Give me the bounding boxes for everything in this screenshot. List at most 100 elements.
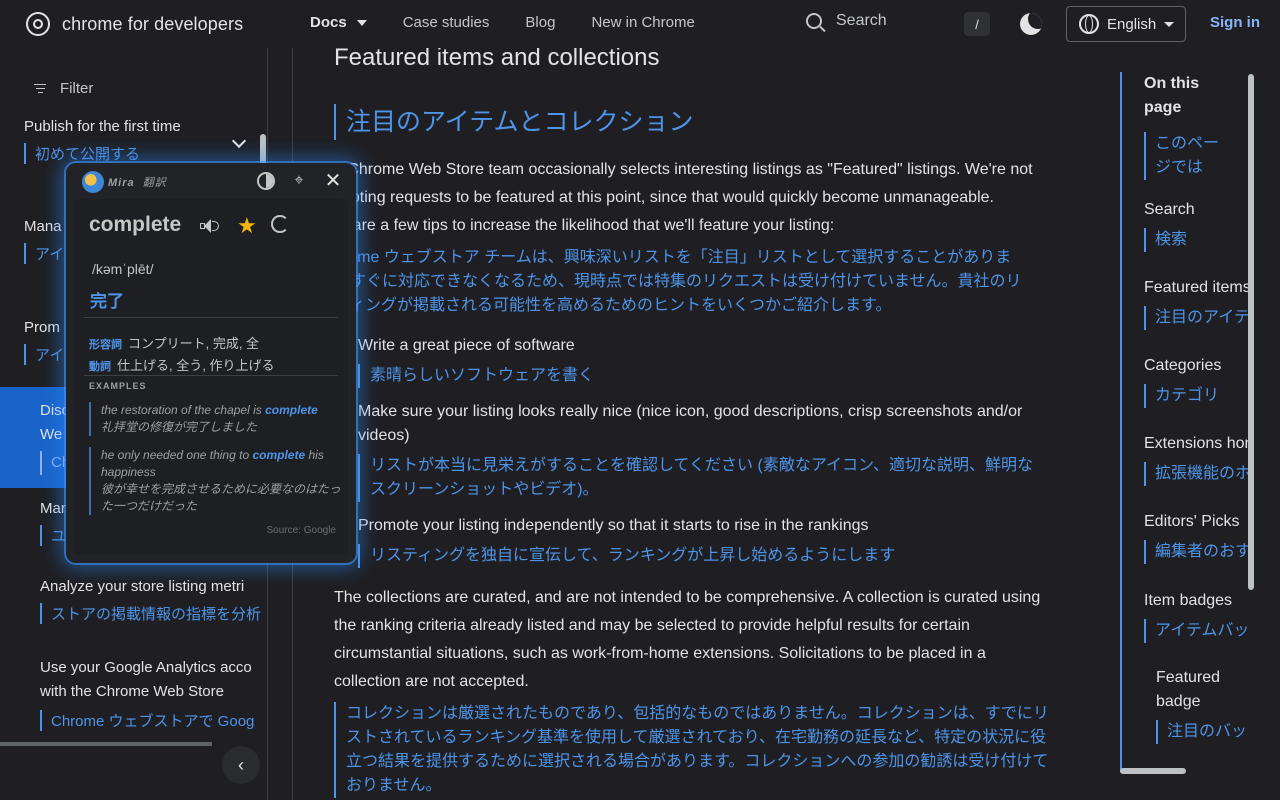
toc-title: On this page <box>1144 75 1200 116</box>
sidebar-item-label: Use your Google Analytics acco <box>40 659 252 676</box>
toc-item-translation: 注目のバッ <box>1156 720 1248 744</box>
toc-item-label: Search <box>1144 201 1195 218</box>
nav-case-studies[interactable]: Case studies <box>403 14 490 31</box>
refresh-icon[interactable] <box>271 215 289 233</box>
toc-item-translation: アイテムバッ <box>1144 619 1254 643</box>
brand-text: chrome for developers <box>62 13 244 34</box>
star-icon[interactable]: ★ <box>237 213 257 239</box>
collections-paragraph: The collections are curated, and are not… <box>334 589 1041 690</box>
list-item: Make sure your listing looks really nice… <box>342 400 1048 502</box>
lookup-word: complete <box>89 213 182 236</box>
list-item-text: Make sure your listing looks really nice… <box>358 403 1023 444</box>
toc-scrollbar[interactable] <box>1248 74 1254 590</box>
divider <box>84 375 338 376</box>
toc-item-item-badges[interactable]: Item badges アイテムバッ <box>1144 589 1254 643</box>
close-icon[interactable]: ✕ <box>324 171 342 191</box>
top-bar: chrome for developers Docs Case studies … <box>0 0 1280 48</box>
popup-header: Mira 翻訳 ⌖ ✕ <box>66 163 356 199</box>
intro-jp-line-1: hrome ウェブストア チームは、興味深いリストを「注目」リストとして選択する… <box>334 249 1012 266</box>
theme-toggle-icon[interactable] <box>257 172 275 190</box>
speaker-icon[interactable] <box>200 218 220 234</box>
sidebar-item-translation: Chrome ウェブストアで Goog <box>40 710 262 731</box>
divider <box>84 317 338 318</box>
toc-item-translation: 拡張機能のホ <box>1144 462 1254 486</box>
toc-item-featured-items[interactable]: Featured items 注目のアイテ <box>1144 276 1254 330</box>
intro-jp-line-2: 。すぐに対応できなくなるため、現時点では特集のリクエストは受け付けていません。貴… <box>334 273 1022 290</box>
pos-tag: 形容詞 <box>89 339 122 351</box>
chrome-logo-icon <box>26 12 50 36</box>
sidebar-item-google-analytics[interactable]: Use your Google Analytics acco with the … <box>40 656 262 731</box>
search-button[interactable]: Search <box>806 12 887 30</box>
collections-translation: コレクションは厳選されたものであり、包括的なものではありません。コレクションは、… <box>334 702 1054 798</box>
chevron-down-icon <box>356 20 367 27</box>
filter-button[interactable]: Filter <box>34 80 93 97</box>
collapse-sidebar-button[interactable]: ‹ <box>222 746 260 784</box>
dark-mode-toggle-icon[interactable] <box>1020 13 1042 35</box>
sidebar-item-publish[interactable]: Publish for the first time 初めて公開する <box>24 118 264 164</box>
intro-paragraph: e Chrome Web Store team occasionally sel… <box>334 156 1054 240</box>
toc-item-editors-picks[interactable]: Editors' Picks 編集者のおす <box>1144 510 1254 564</box>
source-label: Source: Google <box>266 525 337 536</box>
globe-icon <box>1079 14 1099 34</box>
example-highlight: complete <box>252 448 306 462</box>
sidebar-item-analyze[interactable]: Analyze your store listing metri ストアの掲載情… <box>40 578 262 624</box>
search-label: Search <box>836 12 887 29</box>
sign-in-link[interactable]: Sign in <box>1210 14 1260 31</box>
nav-blog[interactable]: Blog <box>525 14 555 31</box>
nav-new-in-chrome[interactable]: New in Chrome <box>591 14 694 31</box>
language-select[interactable]: English <box>1066 6 1186 42</box>
example-item: he only needed one thing to complete his… <box>89 447 341 515</box>
main-content: Featured items and collections 注目のアイテムとコ… <box>292 48 1092 800</box>
sidebar-item-translation: 初めて公開する <box>24 143 224 164</box>
examples-label: EXAMPLES <box>89 381 147 391</box>
toc-title-translation: このページでは <box>1144 132 1234 180</box>
chevron-left-icon: ‹ <box>238 754 244 775</box>
list-item-translation: リストが本当に見栄えがすることを確認してください (素敵なアイコン、適切な説明、… <box>358 454 1048 502</box>
nav-docs-label: Docs <box>310 14 347 31</box>
toc-indicator <box>1120 72 1122 772</box>
popup-app-title: Mira <box>108 177 135 189</box>
filter-icon <box>34 83 46 94</box>
toc-item-translation: 編集者のおす <box>1144 540 1254 564</box>
example-translation: 礼拝堂の修復が完了しました <box>101 420 258 434</box>
list-item-text: Write a great piece of software <box>358 337 575 354</box>
translation-result: 完了 <box>90 292 124 311</box>
list-item-translation: リスティングを独自に宣伝して、ランキングが上昇し始めるようにします <box>358 544 1048 568</box>
toc-item-featured-badge[interactable]: Featured badge 注目のバッ <box>1156 666 1248 744</box>
sidebar-item-translation: ストアの掲載情報の指標を分析 <box>40 603 262 624</box>
sidebar-horizontal-scrollbar[interactable] <box>0 742 212 746</box>
toc-item-search[interactable]: Search 検索 <box>1144 198 1254 252</box>
chevron-down-icon <box>1164 21 1175 27</box>
pos-meanings: コンプリート, 完成, 全 <box>128 336 260 351</box>
sidebar-item-label: Analyze your store listing metri <box>40 578 245 595</box>
translation-popup: Mira 翻訳 ⌖ ✕ complete ★ /kəmˈplēt/ 完了 形容詞… <box>66 163 356 563</box>
list-item-text: Promote your listing independently so th… <box>358 517 869 534</box>
toc-item-categories[interactable]: Categories カテゴリ <box>1144 354 1254 408</box>
sidebar-item-label-line2: with the Chrome Web Store <box>40 683 224 700</box>
intro-jp-line-3: ティングが掲載される可能性を高めるためのヒントをいくつかご紹介します。 <box>334 297 892 314</box>
sidebar-item-label: Publish for the first time <box>24 118 181 135</box>
brand[interactable]: chrome for developers <box>26 12 243 36</box>
phonetic: /kəmˈplēt/ <box>92 261 154 277</box>
intro-line-1: e Chrome Web Store team occasionally sel… <box>334 161 1033 178</box>
example-sentence: he only needed one thing to complete his… <box>101 447 341 481</box>
toc-item-label: Editors' Picks <box>1144 513 1240 530</box>
toc-item-label: Featured badge <box>1156 669 1221 710</box>
main-nav: Docs Case studies Blog New in Chrome <box>310 14 731 31</box>
pos-meanings: 仕上げる, 全う, 作り上げる <box>117 358 275 373</box>
popup-app-subtitle: 翻訳 <box>142 177 167 189</box>
example-text: he only needed one thing to <box>101 448 253 462</box>
popup-body: complete ★ /kəmˈplēt/ 完了 形容詞 コンプリート, 完成, … <box>74 199 348 555</box>
example-highlight: complete <box>265 403 318 417</box>
page-title-translation: 注目のアイテムとコレクション <box>334 104 694 140</box>
search-icon <box>806 13 822 29</box>
language-label: English <box>1107 15 1157 33</box>
toc-horizontal-scrollbar[interactable] <box>1120 768 1186 774</box>
pin-icon[interactable]: ⌖ <box>290 172 308 190</box>
intro-line-2: cepting requests to be featured at this … <box>334 189 994 206</box>
nav-docs[interactable]: Docs <box>310 14 367 31</box>
intro-line-3: re are a few tips to increase the likeli… <box>334 217 835 234</box>
toc-item-extensions-home[interactable]: Extensions hon 拡張機能のホ <box>1144 432 1254 486</box>
filter-label: Filter <box>60 80 94 97</box>
popup-app-name: Mira 翻訳 <box>108 174 167 190</box>
